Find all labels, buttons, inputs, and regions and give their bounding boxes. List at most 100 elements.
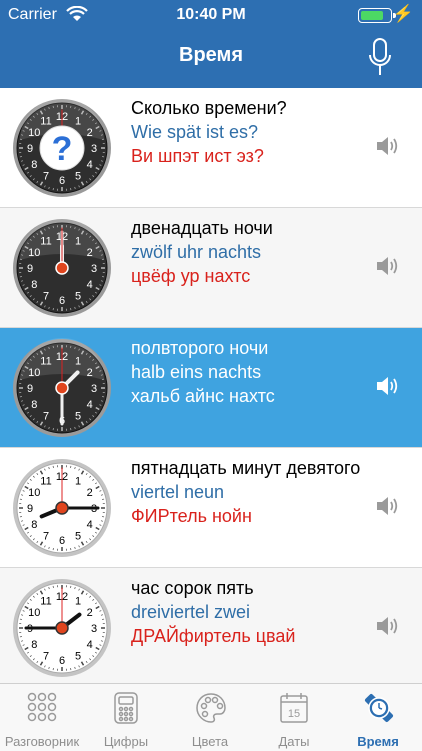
clock-number: 9 — [27, 503, 33, 515]
clock-number: 11 — [40, 595, 51, 607]
calculator-icon — [111, 692, 141, 729]
calendar-icon: 15 — [279, 692, 309, 729]
clock-number: 6 — [59, 535, 65, 547]
clock-number: 1 — [75, 475, 81, 487]
phrase-row-selected[interactable]: 121234567891011 полвторого ночи halb ein… — [0, 328, 422, 448]
clock-face-icon: 121234567891011 — [12, 458, 112, 563]
clock-face-icon: 121234567891011 — [12, 578, 112, 683]
clock-number: 11 — [40, 475, 51, 487]
clock-face-icon: 121234567891011 — [12, 218, 112, 323]
clock-number: 8 — [31, 279, 37, 291]
tab-label: Даты — [252, 734, 336, 749]
phrase-row[interactable]: 121234567891011 пятнадцать минут девятог… — [0, 448, 422, 568]
clock-number: 11 — [40, 115, 51, 127]
clock-number: 6 — [59, 655, 65, 667]
charging-icon: ⚡ — [393, 4, 414, 24]
russian-text: двенадцать ночи — [131, 216, 273, 240]
german-text: zwölf uhr nachts — [131, 240, 273, 264]
clock-number: 2 — [87, 127, 93, 139]
calendar-day-number: 15 — [288, 708, 300, 720]
clock-number: 10 — [28, 247, 40, 259]
clock-number: 2 — [87, 367, 93, 379]
clock-number: 10 — [28, 367, 40, 379]
clock-number: 5 — [75, 531, 81, 543]
tab-colors[interactable]: Цвета — [168, 684, 252, 751]
clock-number: 4 — [87, 399, 93, 411]
speaker-icon[interactable] — [375, 495, 399, 522]
tab-time[interactable]: Время — [336, 684, 420, 751]
tab-phrasebook[interactable]: Разговорник — [0, 684, 84, 751]
clock-number: 2 — [87, 487, 93, 499]
clock-number: 10 — [28, 607, 40, 619]
clock-number: 8 — [31, 519, 37, 531]
tab-label: Цифры — [84, 734, 168, 749]
clock-face-icon: 121234567891011? — [12, 98, 112, 203]
clock-number: 4 — [87, 159, 93, 171]
tab-label: Разговорник — [0, 734, 84, 749]
clock-number: 4 — [87, 639, 93, 651]
clock-number: 8 — [31, 639, 37, 651]
clock-number: 10 — [28, 127, 40, 139]
microphone-icon[interactable] — [368, 38, 392, 83]
speaker-icon[interactable] — [375, 255, 399, 282]
clock-number: 1 — [75, 235, 81, 247]
battery-icon — [358, 8, 392, 23]
transliteration-text: цвёф ур нахтс — [131, 264, 273, 288]
clock-number: 10 — [28, 487, 40, 499]
speaker-icon[interactable] — [375, 615, 399, 642]
transliteration-text: ДРАЙфиртель цвай — [131, 624, 296, 648]
transliteration-text: ФИРтель нойн — [131, 504, 360, 528]
phrase-row[interactable]: 121234567891011 час сорок пять dreiviert… — [0, 568, 422, 683]
clock-number: 1 — [75, 115, 81, 127]
clock-number: 4 — [87, 519, 93, 531]
clock-number: 2 — [87, 607, 93, 619]
phrase-list: 121234567891011? Сколько времени? Wie sp… — [0, 88, 422, 683]
phrase-row[interactable]: 121234567891011 двенадцать ночи zwölf uh… — [0, 208, 422, 328]
clock-number: 9 — [27, 143, 33, 155]
clock-number: 8 — [31, 399, 37, 411]
status-bar: Carrier 10:40 PM ⚡ — [0, 0, 422, 30]
tab-label: Время — [336, 734, 420, 749]
transliteration-text: Ви шпэт ист эз? — [131, 144, 287, 168]
tab-bar: Разговорник Цифры Цвета 15 Даты Время — [0, 683, 422, 751]
clock-face-icon: 121234567891011 — [12, 338, 112, 443]
top-bar: Carrier 10:40 PM ⚡ Время — [0, 0, 422, 88]
clock-number: 2 — [87, 247, 93, 259]
dots-grid-icon — [27, 692, 57, 727]
clock-number: 3 — [91, 623, 97, 635]
clock-number: 7 — [43, 411, 49, 423]
clock-number: 1 — [75, 355, 81, 367]
clock-number: 1 — [75, 595, 81, 607]
clock-number: 5 — [75, 411, 81, 423]
page-title: Время — [0, 44, 422, 67]
clock-number: 11 — [40, 235, 51, 247]
clock-number: 3 — [91, 383, 97, 395]
clock-number: 5 — [75, 291, 81, 303]
transliteration-text: хальб айнс нахтс — [131, 384, 275, 408]
clock-number: 6 — [59, 175, 65, 187]
clock-number: 6 — [59, 295, 65, 307]
clock-number: 7 — [43, 171, 49, 183]
german-text: Wie spät ist es? — [131, 120, 287, 144]
phrase-row[interactable]: 121234567891011? Сколько времени? Wie sp… — [0, 88, 422, 208]
russian-text: час сорок пять — [131, 576, 296, 600]
russian-text: полвторого ночи — [131, 336, 275, 360]
clock-number: 3 — [91, 263, 97, 275]
german-text: halb eins nachts — [131, 360, 275, 384]
clock-number: 5 — [75, 651, 81, 663]
german-text: dreiviertel zwei — [131, 600, 296, 624]
clock-number: 8 — [31, 159, 37, 171]
clock-number: 4 — [87, 279, 93, 291]
russian-text: пятнадцать минут девятого — [131, 456, 360, 480]
speaker-icon[interactable] — [375, 135, 399, 162]
tab-numbers[interactable]: Цифры — [84, 684, 168, 751]
russian-text: Сколько времени? — [131, 96, 287, 120]
question-mark-icon: ? — [52, 130, 73, 168]
speaker-icon[interactable] — [375, 375, 399, 402]
tab-dates[interactable]: 15 Даты — [252, 684, 336, 751]
clock-number: 7 — [43, 651, 49, 663]
clock-number: 9 — [27, 383, 33, 395]
clock-number: 11 — [40, 355, 51, 367]
german-text: viertel neun — [131, 480, 360, 504]
tab-label: Цвета — [168, 734, 252, 749]
